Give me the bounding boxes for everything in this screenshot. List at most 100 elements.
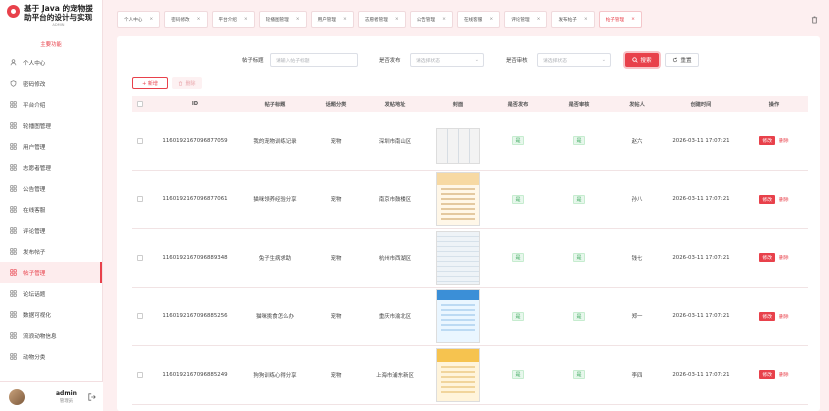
sidebar-item[interactable]: 平台介绍: [0, 94, 102, 115]
cell-author: 郑一: [631, 314, 643, 321]
cell-created: 2026-03-11 17:07:21: [672, 196, 730, 203]
close-icon[interactable]: ×: [489, 17, 493, 22]
select-all-checkbox[interactable]: [137, 101, 143, 107]
tab[interactable]: 用户管理 ×: [310, 11, 354, 28]
tabs-bar: 个人中心 × 密码修改 × 平台介绍 × 轮播图管理 × 用户管理 × 志愿者管理 × 公告管理 × 在线客…: [117, 11, 642, 28]
cover-image[interactable]: [436, 347, 480, 402]
sidebar-item[interactable]: 论坛话题: [0, 283, 102, 304]
sidebar-item[interactable]: 公告管理: [0, 178, 102, 199]
grid-icon: [10, 227, 17, 234]
sidebar-item[interactable]: 数据可视化: [0, 304, 102, 325]
search-button[interactable]: 搜索: [625, 53, 659, 67]
tab[interactable]: 密码修改 ×: [164, 11, 208, 28]
cell-created: 2026-03-11 17:07:21: [672, 254, 730, 261]
sidebar-item[interactable]: 发布帖子: [0, 241, 102, 262]
filter-bar: 帖子标题 请输入帖子标题 是否发布 请选择状态 ⌄ 是否审核 请选择状态 ⌄ 搜索 …: [117, 53, 820, 67]
close-icon[interactable]: ×: [197, 17, 201, 22]
close-icon[interactable]: ×: [631, 17, 635, 22]
sidebar-item[interactable]: 流浪动物信息: [0, 325, 102, 346]
close-icon[interactable]: ×: [395, 17, 399, 22]
cell-title: 狗狗训练心得分享: [253, 372, 297, 379]
tab-label: 在线客服: [463, 17, 483, 23]
sidebar-item[interactable]: 密码修改: [0, 73, 102, 94]
sidebar-item[interactable]: 个人中心: [0, 52, 102, 73]
published-tag: 是: [512, 253, 524, 263]
row-checkbox[interactable]: [137, 254, 143, 261]
publish-filter-select[interactable]: 请选择状态 ⌄: [410, 53, 484, 67]
close-icon[interactable]: ×: [343, 17, 347, 22]
cell-author: 钱七: [631, 255, 643, 262]
edit-button[interactable]: 修改: [759, 370, 775, 380]
table-row: 1160192167096877061 猫咪领养经验分享 宠物 南京市鼓楼区 是 是 孙八 2…: [132, 171, 808, 229]
cell-address: 重庆市渝北区: [378, 314, 412, 321]
logout-icon[interactable]: [88, 393, 96, 401]
logo-icon: [7, 5, 20, 18]
audited-tag: 是: [573, 136, 585, 146]
sidebar-item[interactable]: 动物分类: [0, 346, 102, 367]
grid-icon: [10, 353, 17, 360]
cell-title: 我的宠物训练记录: [253, 138, 297, 145]
cell-category: 宠物: [330, 372, 342, 379]
sidebar-item-label: 个人中心: [23, 60, 46, 67]
edit-button[interactable]: 修改: [759, 194, 775, 204]
sidebar-item-label: 用户管理: [23, 144, 46, 151]
delete-button[interactable]: 删除: [779, 137, 789, 144]
row-checkbox[interactable]: [137, 313, 143, 320]
close-icon[interactable]: ×: [149, 17, 153, 22]
tab[interactable]: 志愿者管理 ×: [357, 11, 406, 28]
sidebar-item[interactable]: 在线客服: [0, 199, 102, 220]
row-checkbox[interactable]: [137, 371, 143, 378]
edit-button[interactable]: 修改: [759, 311, 775, 321]
tab[interactable]: 平台介绍 ×: [211, 11, 255, 28]
tab-label: 志愿者管理: [364, 17, 388, 23]
sidebar-item[interactable]: 用户管理: [0, 136, 102, 157]
title-filter-input[interactable]: 请输入帖子标题: [270, 53, 358, 67]
edit-button[interactable]: 修改: [759, 253, 775, 263]
close-icon[interactable]: ×: [442, 17, 446, 22]
cover-image[interactable]: [436, 289, 480, 344]
cell-id: 1160192167096885249: [162, 371, 228, 378]
sidebar-item-label: 评论管理: [23, 228, 46, 235]
cell-category: 宠物: [330, 197, 342, 204]
sidebar-item[interactable]: 志愿者管理: [0, 157, 102, 178]
add-button[interactable]: + 新增: [132, 77, 168, 89]
tab[interactable]: 评论管理 ×: [504, 11, 548, 28]
row-checkbox[interactable]: [137, 137, 143, 144]
delete-button[interactable]: 删除: [779, 196, 789, 203]
grid-icon: [10, 122, 17, 129]
tab[interactable]: 轮播图管理 ×: [258, 11, 307, 28]
delete-button[interactable]: 删除: [779, 313, 789, 320]
audited-tag: 是: [573, 253, 585, 263]
trash-icon[interactable]: [811, 16, 818, 24]
cover-image[interactable]: [436, 172, 480, 227]
tab[interactable]: 公告管理 ×: [409, 11, 453, 28]
cell-id: 1160192167096885256: [162, 313, 228, 320]
close-icon[interactable]: ×: [244, 17, 248, 22]
sidebar-item[interactable]: 评论管理: [0, 220, 102, 241]
menu-group-label: 主要功能: [40, 42, 62, 48]
sidebar-item[interactable]: 轮播图管理: [0, 115, 102, 136]
cover-image[interactable]: [436, 230, 480, 285]
cover-image[interactable]: [436, 128, 480, 165]
reset-button[interactable]: 重置: [665, 53, 699, 67]
close-icon[interactable]: ×: [584, 17, 588, 22]
sidebar-item[interactable]: 帖子管理: [0, 262, 102, 283]
delete-button[interactable]: 删除: [779, 254, 789, 261]
edit-button[interactable]: 修改: [759, 136, 775, 146]
avatar[interactable]: [9, 388, 25, 405]
tab-label: 密码修改: [171, 17, 190, 23]
close-icon[interactable]: ×: [537, 17, 541, 22]
cell-category: 宠物: [330, 138, 342, 145]
tab-label: 公告管理: [416, 17, 436, 23]
tab[interactable]: 在线客服 ×: [456, 11, 501, 28]
batch-delete-button[interactable]: 删除: [172, 77, 202, 89]
cell-address: 上海市浦东新区: [376, 372, 414, 379]
delete-button[interactable]: 删除: [779, 371, 789, 378]
tab[interactable]: 帖子管理 ×: [598, 11, 642, 28]
sidebar-item-label: 动物分类: [23, 354, 46, 361]
audit-filter-select[interactable]: 请选择状态 ⌄: [537, 53, 611, 67]
tab[interactable]: 个人中心 ×: [117, 11, 161, 28]
close-icon[interactable]: ×: [296, 17, 300, 22]
tab[interactable]: 发布帖子 ×: [551, 11, 595, 28]
row-checkbox[interactable]: [137, 196, 143, 203]
